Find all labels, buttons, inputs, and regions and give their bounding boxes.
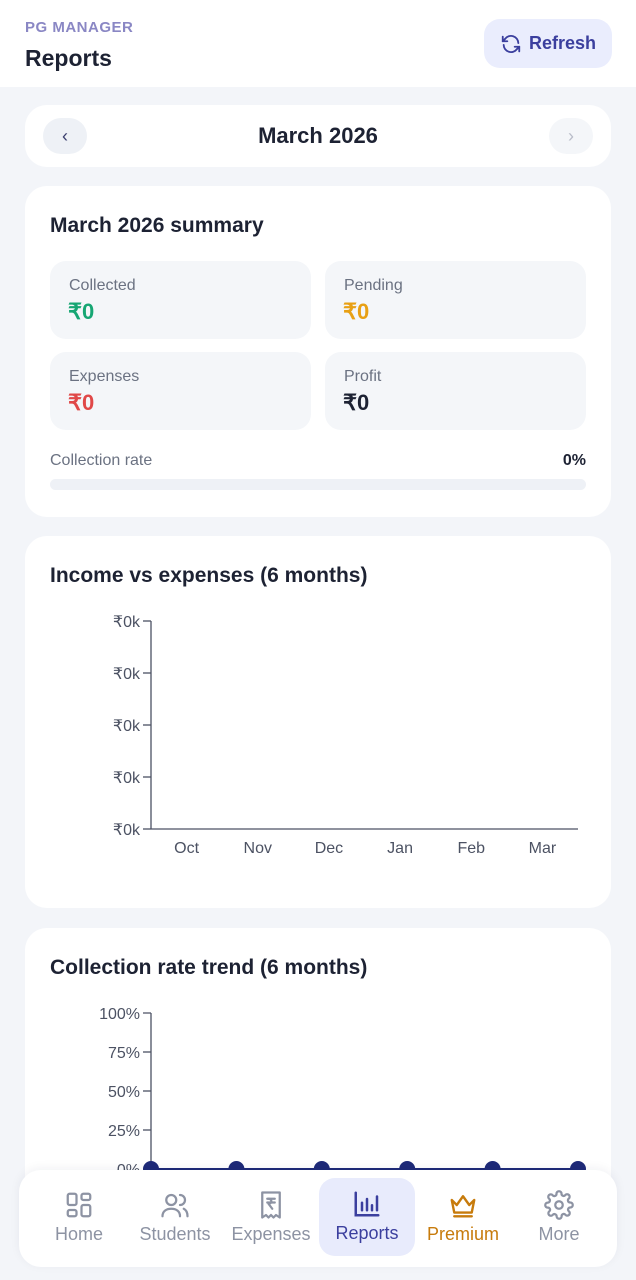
users-icon <box>161 1193 189 1218</box>
y-tick-label: 75% <box>108 1045 140 1062</box>
nav-expenses[interactable]: Expenses <box>223 1170 319 1267</box>
x-tick-label: Oct <box>174 840 199 857</box>
gear-icon <box>544 1190 574 1220</box>
nav-premium[interactable]: Premium <box>415 1170 511 1267</box>
nav-students[interactable]: Students <box>127 1170 223 1267</box>
y-tick-label: 25% <box>108 1123 140 1140</box>
profit-label: Profit <box>344 368 382 385</box>
profit-stat: Profit ₹0 <box>325 352 586 430</box>
nav-reports[interactable]: Reports <box>319 1178 415 1256</box>
refresh-button[interactable]: Refresh <box>484 19 612 68</box>
summary-title: March 2026 summary <box>50 214 264 237</box>
income-expenses-card: Income vs expenses (6 months) ₹0k ₹0k ₹0k ₹… <box>25 536 611 908</box>
y-tick-label: ₹0k <box>113 718 141 735</box>
app-header: PG MANAGER Reports Refresh <box>0 0 636 87</box>
nav-expenses-label: Expenses <box>231 1224 311 1244</box>
expenses-stat: Expenses ₹0 <box>50 352 311 430</box>
x-tick-label: Dec <box>315 840 343 857</box>
income-expenses-chart: ₹0k ₹0k ₹0k ₹0k ₹0k Oct Nov Dec Jan Feb Mar <box>113 614 578 857</box>
y-tick-label: 100% <box>99 1006 140 1023</box>
profit-value: ₹0 <box>343 390 370 415</box>
pending-label: Pending <box>344 277 403 294</box>
pending-value: ₹0 <box>343 299 370 324</box>
bottom-navigation: Home Students Expenses Reports Premium M… <box>19 1170 617 1267</box>
receipt-rupee-icon <box>261 1191 281 1219</box>
y-tick-label: ₹0k <box>113 614 141 631</box>
x-tick-label: Jan <box>387 840 413 857</box>
page-title: Reports <box>25 45 112 71</box>
collected-stat: Collected ₹0 <box>50 261 311 339</box>
crown-icon <box>450 1195 476 1218</box>
y-tick-label: 50% <box>108 1084 140 1101</box>
expenses-value: ₹0 <box>68 390 95 415</box>
x-tick-label: Mar <box>529 840 557 857</box>
current-month-label: March 2026 <box>258 123 378 148</box>
bar-chart-icon <box>354 1191 380 1217</box>
x-tick-label: Nov <box>244 840 272 857</box>
app-brand: PG MANAGER <box>25 19 134 36</box>
next-month-button[interactable]: › <box>549 118 593 154</box>
x-tick-label: Feb <box>457 840 485 857</box>
y-tick-label: ₹0k <box>113 770 141 787</box>
refresh-icon <box>501 34 521 53</box>
month-navigator: ‹ March 2026 › <box>25 105 611 167</box>
collection-rate-label: Collection rate <box>50 452 153 469</box>
collected-label: Collected <box>69 277 136 294</box>
y-tick-label: ₹0k <box>113 666 141 683</box>
collection-rate-value: 0% <box>562 452 586 469</box>
refresh-label: Refresh <box>528 33 597 53</box>
expenses-label: Expenses <box>69 368 140 385</box>
nav-home-label: Home <box>54 1224 103 1244</box>
nav-premium-label: Premium <box>426 1224 499 1244</box>
nav-more-label: More <box>538 1224 580 1244</box>
collected-value: ₹0 <box>68 299 95 324</box>
monthly-summary-card: March 2026 summary Collected ₹0 Pending … <box>25 186 611 517</box>
collection-rate-bar <box>50 479 586 490</box>
chevron-right-icon: › <box>568 125 574 146</box>
nav-reports-label: Reports <box>335 1223 399 1243</box>
nav-home[interactable]: Home <box>31 1170 127 1267</box>
nav-more[interactable]: More <box>511 1170 607 1267</box>
nav-students-label: Students <box>139 1224 211 1244</box>
grid-icon <box>66 1192 92 1218</box>
pending-stat: Pending ₹0 <box>325 261 586 339</box>
y-tick-label: ₹0k <box>113 822 141 839</box>
